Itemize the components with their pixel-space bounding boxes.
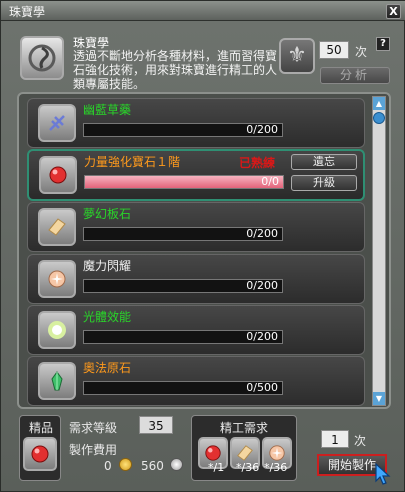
mastered-status: 已熟練 [239,156,276,170]
recipe-item[interactable]: 光體效能 0/200 [27,305,365,355]
required-level-value: 35 [139,416,173,434]
proficiency-text: 0/200 [246,123,278,136]
forget-button[interactable]: 遺忘 [291,154,357,170]
crafting-footer: 精品 需求等級 35 製作費用 0 560 精工需求 */1 */36 */36 [17,413,393,491]
green-crystal-icon [38,362,76,400]
recipe-name: 魔力閃耀 [83,259,132,273]
recipe-name: 光體效能 [83,310,132,324]
recipe-item[interactable]: 夢幻板石 0/200 [27,202,365,252]
recipe-name: 奧法原石 [83,361,132,375]
craft-count-input[interactable]: 1 [321,430,349,448]
recipe-list: 幽藍草藥 0/200 力量強化寶石１階 已熟練 遺忘 升級 0/0 夢幻板石 0… [17,92,391,409]
recipe-name: 幽藍草藥 [83,103,132,117]
craft-count-unit: 次 [354,434,367,448]
sparkle-orb-icon [38,260,76,298]
red-gem-icon [39,156,77,194]
recipe-scrollbar[interactable]: ▲ ▼ [372,96,386,406]
scroll-thumb[interactable] [373,112,385,124]
proficiency-bar: 0/0 [84,175,284,189]
blue-herb-icon [38,104,76,142]
proficiency-text: 0/200 [246,279,278,292]
silver-amount: 560 [141,459,164,473]
analyze-button[interactable]: 分析 [320,67,390,84]
help-button[interactable]: ? [376,37,390,51]
proficiency-bar: 0/200 [83,227,283,241]
upgrade-button[interactable]: 升級 [291,175,357,191]
jewelry-crafting-window: 珠寶學 X 珠寶學 透過不斷地分析各種材料，進而習得寶石強化技術，用來對珠寶進行… [0,0,405,492]
recipe-name: 力量強化寶石１階 [84,155,181,169]
title-bar[interactable]: 珠寶學 X [1,1,405,21]
recipe-name: 夢幻板石 [83,207,132,221]
material-quantity: */36 [236,461,260,474]
materials-panel: 精工需求 */1 */36 */36 [191,415,297,481]
recipe-item[interactable]: 魔力閃耀 0/200 [27,254,365,304]
recipe-item-selected[interactable]: 力量強化寶石１階 已熟練 遺忘 升級 0/0 [27,149,365,201]
window-title: 珠寶學 [9,5,46,19]
quality-label: 精品 [28,421,53,435]
proficiency-text: 0/0 [261,175,279,188]
proficiency-text: 0/200 [246,330,278,343]
recipe-item[interactable]: 奧法原石 0/500 [27,356,365,406]
quality-panel: 精品 [19,415,61,481]
scroll-down-arrow-icon[interactable]: ▼ [373,392,385,405]
proficiency-text: 0/500 [246,381,278,394]
proficiency-text: 0/200 [246,227,278,240]
fleur-de-lis-icon[interactable]: ⚜ [279,38,315,74]
analysis-count-unit: 次 [355,45,368,59]
proficiency-bar: 0/200 [83,330,283,344]
jewelry-skill-icon [20,36,64,80]
proficiency-bar: 0/200 [83,123,283,137]
recipe-item[interactable]: 幽藍草藥 0/200 [27,98,365,148]
silver-coin-icon [170,458,183,471]
materials-label: 精工需求 [219,421,268,435]
required-level-label: 需求等級 [69,421,118,435]
material-quantity: */36 [264,461,288,474]
skill-header: 珠寶學 透過不斷地分析各種材料，進而習得寶石強化技術，用來對珠寶進行精工的人類專… [17,33,393,91]
proficiency-bar: 0/200 [83,279,283,293]
gold-amount: 0 [104,459,112,473]
mouse-cursor-icon [375,463,391,485]
proficiency-bar: 0/500 [83,381,283,395]
slate-icon [38,208,76,246]
light-orb-icon [38,311,76,349]
analysis-count-value: 50 [319,41,349,59]
material-quantity: */1 [208,461,225,474]
gold-coin-icon [119,458,132,471]
close-button[interactable]: X [386,4,401,19]
skill-description: 透過不斷地分析各種材料，進而習得寶石強化技術，用來對珠寶進行精工的人類專屬技能。 [73,49,278,91]
quality-item-slot[interactable] [23,437,57,471]
scroll-up-arrow-icon[interactable]: ▲ [373,97,385,110]
cost-label: 製作費用 [69,443,118,457]
